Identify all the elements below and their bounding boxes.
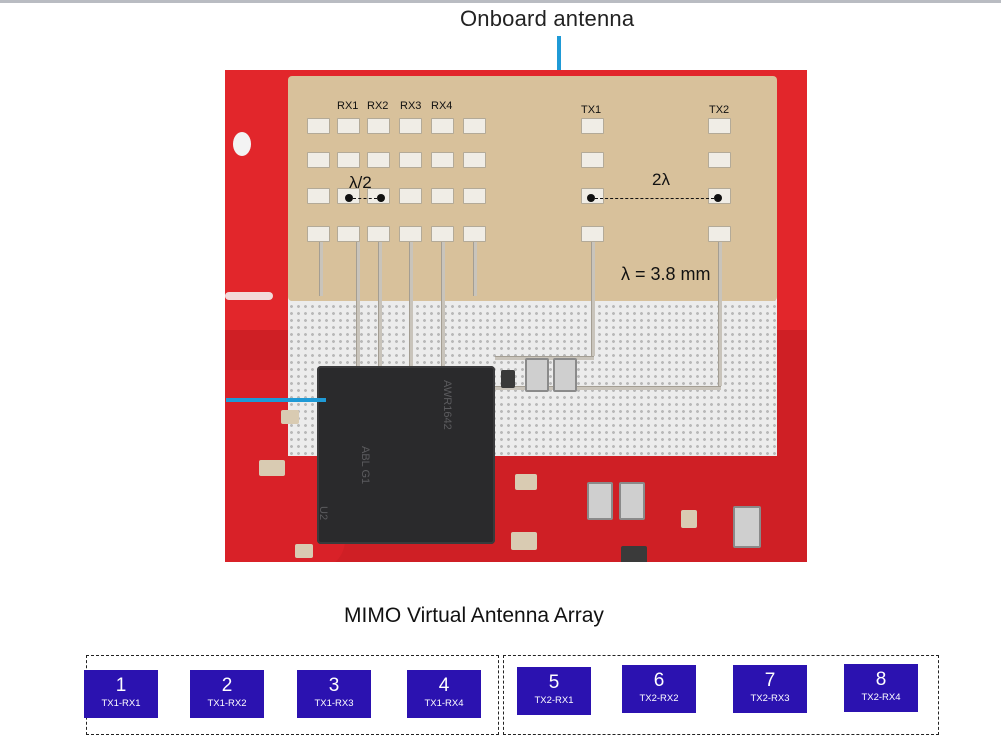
element-pair: TX2-RX1 [534, 695, 574, 706]
element-number: 7 [764, 670, 776, 691]
tx-feed-trace [718, 236, 722, 386]
tx-spacing-label: 2λ [652, 170, 670, 189]
rx-spacing-dot [345, 194, 353, 202]
element-pair: TX1-RX4 [424, 698, 464, 709]
element-number: 5 [548, 672, 560, 693]
radar-board-photo: RX1 RX2 RX3 RX4 TX1 TX2 λ/2 2λ λ = 3.8 m… [225, 70, 807, 562]
chip-marking: U2 [317, 506, 329, 521]
chip-marking: ABL G1 [359, 446, 371, 485]
element-number: 6 [653, 670, 665, 691]
virtual-element: 4 TX1-RX4 [407, 670, 481, 718]
capacitor [733, 506, 761, 548]
element-pair: TX1-RX1 [101, 698, 141, 709]
virtual-array-title: MIMO Virtual Antenna Array [344, 604, 604, 627]
element-pair: TX1-RX3 [314, 698, 354, 709]
element-number: 2 [221, 675, 233, 696]
rx-feed-trace [441, 236, 445, 366]
tx-spacing-dot [714, 194, 722, 202]
virtual-element: 5 TX2-RX1 [517, 667, 591, 715]
tx-spacing-dot [587, 194, 595, 202]
virtual-element: 6 TX2-RX2 [622, 665, 696, 713]
top-border [0, 0, 1001, 3]
virtual-element: 2 TX1-RX2 [190, 670, 264, 718]
rx-feed-trace [378, 236, 382, 366]
element-number: 8 [875, 669, 887, 690]
rx-feed-trace [356, 236, 360, 366]
capacitor [619, 482, 645, 520]
rx4-patch [431, 118, 454, 134]
onboard-antenna-title: Onboard antenna [460, 6, 635, 31]
element-pair: TX2-RX2 [639, 693, 679, 704]
rx2-patch [367, 118, 390, 134]
capacitor [553, 358, 577, 392]
tx-spacing-dash [595, 198, 714, 199]
chip-pointer-line [226, 398, 326, 402]
silkscreen-bar [225, 292, 273, 300]
tx-feed-trace [591, 236, 595, 356]
virtual-element: 3 TX1-RX3 [297, 670, 371, 718]
rx-spacing-dash [353, 198, 377, 199]
virtual-element: 1 TX1-RX1 [84, 670, 158, 718]
tx2-patch [708, 118, 731, 134]
rx-feed-trace [409, 236, 413, 366]
capacitor [525, 358, 549, 392]
rx3-label: RX3 [400, 100, 422, 112]
element-number: 3 [328, 675, 340, 696]
tx2-label: TX2 [709, 104, 730, 116]
virtual-element: 8 TX2-RX4 [844, 664, 918, 712]
mounting-hole [233, 132, 251, 156]
rx3-patch [399, 118, 422, 134]
rx-spacing-label: λ/2 [349, 173, 372, 192]
wavelength-label: λ = 3.8 mm [621, 264, 711, 284]
tx1-label: TX1 [581, 104, 602, 116]
rx1-patch [337, 118, 360, 134]
element-pair: TX2-RX4 [861, 692, 901, 703]
element-number: 4 [438, 675, 450, 696]
virtual-element: 7 TX2-RX3 [733, 665, 807, 713]
rx4-label: RX4 [431, 100, 453, 112]
rx1-label: RX1 [337, 100, 359, 112]
rx-spacing-dot [377, 194, 385, 202]
rx2-label: RX2 [367, 100, 389, 112]
tx1-patch [581, 118, 604, 134]
capacitor [587, 482, 613, 520]
radar-chip: AWR1642 ABL G1 U2 [317, 366, 495, 544]
element-pair: TX2-RX3 [750, 693, 790, 704]
chip-marking: AWR1642 [441, 380, 453, 430]
element-pair: TX1-RX2 [207, 698, 247, 709]
element-number: 1 [115, 675, 127, 696]
